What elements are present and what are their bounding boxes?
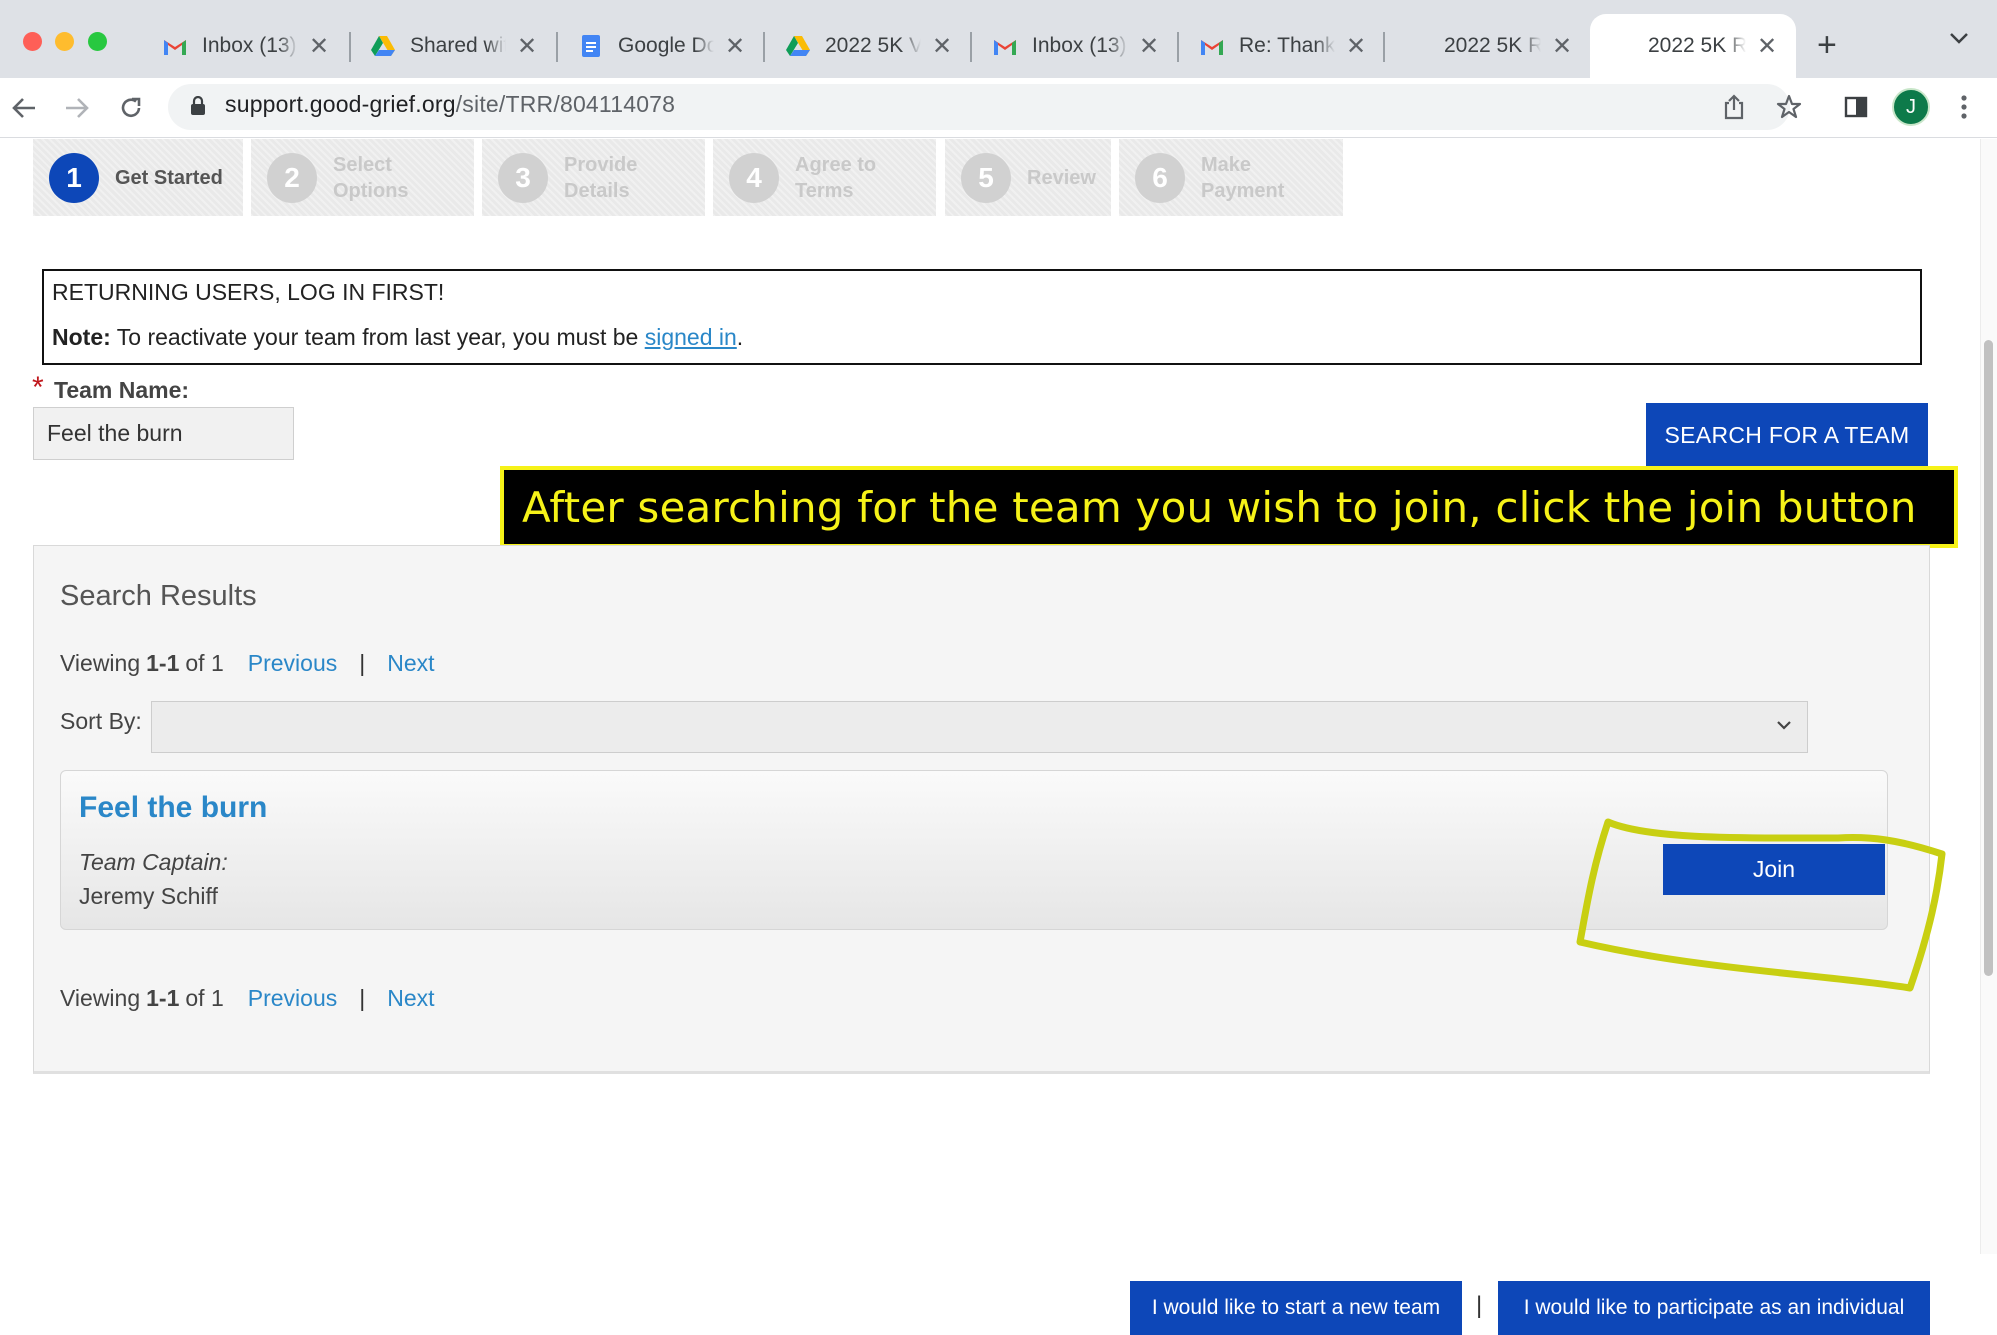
team-captain-name: Jeremy Schiff [79, 883, 218, 909]
step-label: Review [1027, 166, 1096, 189]
forward-arrow-icon[interactable] [57, 88, 97, 128]
page-content: 1 Get Started 2 Select Options 3 Provide… [0, 139, 1997, 1335]
step-agree-to-terms: 4 Agree to Terms [713, 139, 936, 216]
close-tab-icon[interactable]: ✕ [1138, 32, 1160, 61]
step-label: Agree to Terms [795, 153, 877, 202]
highlight-circle-annotation [1576, 818, 1946, 992]
gmail-icon [162, 35, 188, 57]
team-name-label: Team Name: [54, 377, 190, 403]
close-tab-icon[interactable]: ✕ [724, 32, 746, 61]
step-number: 4 [729, 152, 779, 203]
tab-title: Inbox (13) [202, 34, 297, 57]
browser-tab-active[interactable]: 2022 5K R ✕ [1590, 14, 1796, 78]
scrollbar-thumb[interactable] [1984, 340, 1993, 976]
browser-tab[interactable]: 2022 5K V ✕ [765, 14, 971, 78]
tab-title: Inbox (13) [1032, 34, 1127, 57]
step-number: 3 [498, 152, 548, 203]
chevron-down-icon [1773, 714, 1795, 741]
footer-separator: | [1476, 1292, 1483, 1319]
lock-icon[interactable] [190, 95, 206, 121]
drive-icon [785, 35, 811, 57]
notice-note: Note: To reactivate your team from last … [52, 324, 744, 350]
close-tab-icon[interactable]: ✕ [516, 32, 538, 61]
previous-link[interactable]: Previous [248, 650, 337, 677]
new-tab-icon[interactable]: + [1817, 26, 1837, 65]
returning-users-notice: RETURNING USERS, LOG IN FIRST! Note: To … [42, 269, 1922, 365]
step-label: Get Started [115, 166, 223, 189]
sort-by-label: Sort By: [60, 708, 142, 734]
browser-tab[interactable]: Re: Thank ✕ [1179, 14, 1385, 78]
start-new-team-button[interactable]: I would like to start a new team [1130, 1281, 1462, 1335]
instruction-callout: After searching for the team you wish to… [500, 466, 1958, 548]
next-link[interactable]: Next [387, 650, 434, 677]
close-window-button[interactable] [23, 32, 42, 51]
participate-individual-button[interactable]: I would like to participate as an indivi… [1498, 1281, 1930, 1335]
gmail-icon [1199, 35, 1225, 57]
maximize-window-button[interactable] [88, 32, 107, 51]
step-provide-details: 3 Provide Details [482, 139, 705, 216]
team-name-link[interactable]: Feel the burn [79, 791, 267, 825]
docs-icon [578, 35, 604, 57]
step-review: 5 Review [945, 139, 1111, 216]
minimize-window-button[interactable] [55, 32, 74, 51]
close-tab-icon[interactable]: ✕ [1756, 32, 1778, 61]
step-number: 1 [49, 152, 99, 203]
back-arrow-icon[interactable] [4, 88, 44, 128]
sort-by-select[interactable] [151, 701, 1808, 753]
signed-in-link[interactable]: signed in [645, 324, 737, 350]
close-tab-icon[interactable]: ✕ [931, 32, 953, 61]
tab-title: Re: Thank [1239, 34, 1335, 57]
more-menu-icon[interactable] [1947, 90, 1981, 124]
side-panel-icon[interactable] [1839, 90, 1873, 124]
team-captain-label: Team Captain: [79, 849, 228, 875]
search-for-team-button[interactable]: SEARCH FOR A TEAM [1646, 403, 1928, 467]
close-tab-icon[interactable]: ✕ [1345, 32, 1367, 61]
browser-tab-bar: Inbox (13) ✕ Shared wit ✕ Google Do ✕ 20… [0, 0, 1997, 78]
tab-title: 2022 5K V [825, 34, 921, 57]
browser-tab[interactable]: Inbox (13) ✕ [142, 14, 348, 78]
close-tab-icon[interactable]: ✕ [308, 32, 330, 61]
tab-title: 2022 5K R [1444, 34, 1541, 57]
pager-bottom: Viewing 1-1 of 1 Previous | Next [60, 985, 435, 1012]
share-icon[interactable] [1717, 90, 1751, 124]
pager-top: Viewing 1-1 of 1 Previous | Next [60, 650, 435, 677]
drive-icon [370, 35, 396, 57]
browser-tab[interactable]: 2022 5K R ✕ [1404, 14, 1591, 78]
reload-icon[interactable] [111, 88, 151, 128]
step-label: Make Payment [1201, 153, 1285, 202]
url-text[interactable]: support.good-grief.org/site/TRR/80411407… [225, 91, 675, 118]
next-link[interactable]: Next [387, 985, 434, 1012]
notice-heading: RETURNING USERS, LOG IN FIRST! [52, 279, 445, 305]
profile-avatar[interactable]: J [1892, 88, 1930, 126]
search-results-title: Search Results [60, 580, 257, 612]
browser-tab[interactable]: Shared wit ✕ [350, 14, 556, 78]
browser-tab[interactable]: Google Do ✕ [558, 14, 764, 78]
tab-title: Shared wit [410, 34, 506, 57]
tab-search-chevron-icon[interactable] [1948, 30, 1970, 51]
previous-link[interactable]: Previous [248, 985, 337, 1012]
step-get-started[interactable]: 1 Get Started [33, 139, 243, 216]
step-number: 5 [961, 152, 1011, 203]
step-label: Provide Details [564, 153, 638, 202]
browser-tab[interactable]: Inbox (13) ✕ [972, 14, 1178, 78]
tab-title: Google Do [618, 34, 714, 57]
step-label: Select Options [333, 153, 409, 202]
gmail-icon [992, 35, 1018, 57]
close-tab-icon[interactable]: ✕ [1551, 32, 1573, 61]
team-name-input[interactable]: Feel the burn [33, 407, 294, 460]
bookmark-star-icon[interactable] [1772, 90, 1806, 124]
required-asterisk: * [32, 371, 44, 404]
step-number: 2 [267, 152, 317, 203]
tab-title: 2022 5K R [1648, 34, 1746, 57]
step-make-payment: 6 Make Payment [1119, 139, 1343, 216]
step-select-options: 2 Select Options [251, 139, 474, 216]
step-number: 6 [1135, 152, 1185, 203]
